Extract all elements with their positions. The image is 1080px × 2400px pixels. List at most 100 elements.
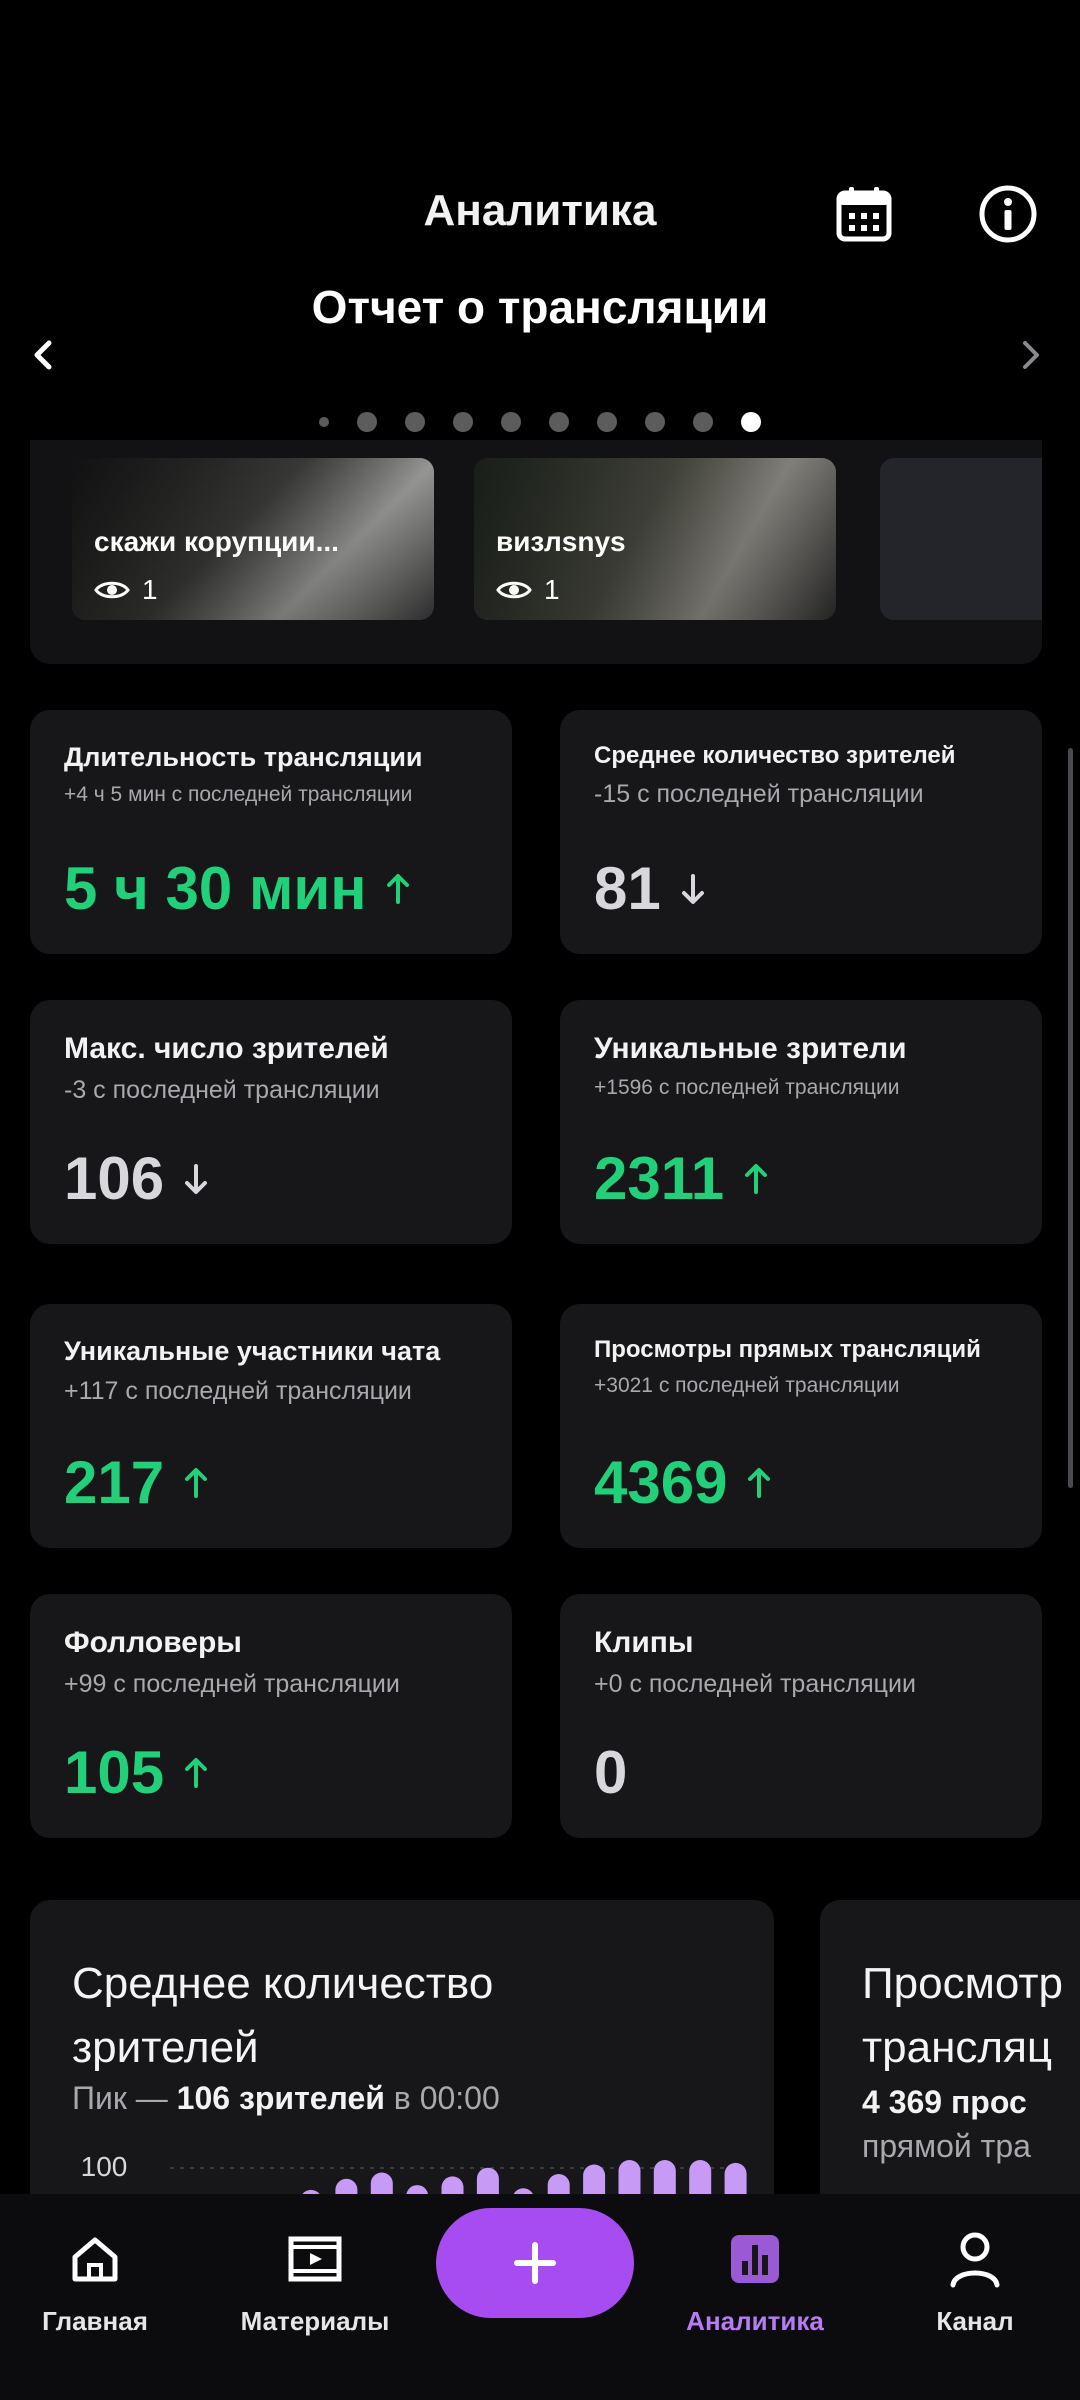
stat-value: 2311 [594, 1144, 768, 1213]
info-icon[interactable] [974, 180, 1042, 248]
stat-delta: +117 с последней трансляции [64, 1377, 412, 1405]
page-dot[interactable] [357, 412, 377, 432]
page-title: Аналитика [423, 186, 657, 235]
clip-views: 1 [496, 574, 560, 606]
stat-value-text: 0 [594, 1739, 628, 1806]
page-dot[interactable] [645, 412, 665, 432]
page-dot[interactable] [501, 412, 521, 432]
clip-views: 1 [94, 574, 158, 606]
page-dot-active[interactable] [741, 412, 761, 432]
nav-label: Главная [42, 2306, 148, 2336]
chart-peak: Пик — 106 зрителей в 00:00 [72, 2080, 500, 2117]
stat-delta: +99 с последней трансляции [64, 1670, 400, 1698]
clip-views-count: 1 [142, 574, 158, 605]
stat-title: Уникальные зрители [594, 1032, 907, 1065]
eye-icon [94, 581, 130, 599]
chevron-right-icon[interactable] [1006, 330, 1056, 380]
arrow-up-icon [185, 1757, 208, 1788]
add-button[interactable] [436, 2208, 634, 2318]
peak-suffix: в 00:00 [393, 2080, 500, 2116]
stat-title: Фолловеры [64, 1626, 242, 1659]
clip-title: скажи корупции... [94, 526, 339, 557]
clip-views-count: 1 [544, 574, 560, 605]
stat-value: 106 [64, 1144, 208, 1213]
y-tick-label: 100 [81, 2151, 128, 2182]
live-views-count: 4 369 прос [862, 2084, 1027, 2120]
live-views-title-line1: Просмотр [862, 1959, 1063, 2008]
user-icon [880, 2224, 1070, 2294]
arrow-down-icon [185, 1163, 208, 1194]
stat-title: Клипы [594, 1626, 694, 1659]
live-views-chart-card[interactable]: Просмотр трансляц 4 369 прос прямой тра [820, 1900, 1080, 2220]
stat-value-text: 4369 [594, 1449, 728, 1516]
page-dot[interactable] [319, 417, 329, 427]
clips-carousel: скажи корупции... 1 визлsnys 1 [30, 440, 1042, 664]
stat-value: 105 [64, 1738, 208, 1807]
stat-value-text: 5 ч 30 мин [64, 855, 367, 922]
clip-card[interactable]: скажи корупции... 1 [72, 458, 434, 620]
page-dot[interactable] [549, 412, 569, 432]
stat-value: 217 [64, 1448, 208, 1517]
stat-delta: +4 ч 5 мин с последней трансляции [64, 783, 413, 806]
film-icon [220, 2224, 410, 2294]
arrow-down-icon [681, 873, 704, 904]
nav-label: Аналитика [686, 2306, 824, 2336]
live-views-title-line2: трансляц [862, 2023, 1053, 2072]
stat-delta: -3 с последней трансляции [64, 1076, 380, 1104]
nav-home[interactable]: Главная [0, 2224, 190, 2337]
plus-icon [514, 2242, 556, 2284]
stat-card-chat-participants[interactable]: Уникальные участники чата +117 с последн… [30, 1304, 512, 1548]
arrow-up-icon [748, 1467, 771, 1498]
peak-value: 106 зрителей [176, 2080, 385, 2116]
stat-value-text: 2311 [594, 1145, 725, 1212]
stat-card-max-viewers[interactable]: Макс. число зрителей -3 с последней тран… [30, 1000, 512, 1244]
home-icon [0, 2224, 190, 2294]
peak-prefix: Пик — [72, 2080, 168, 2116]
stat-card-clips[interactable]: Клипы +0 с последней трансляции 0 [560, 1594, 1042, 1838]
stat-delta: +3021 с последней трансляции [594, 1374, 900, 1397]
stat-value: 4369 [594, 1448, 771, 1517]
stat-card-live-views[interactable]: Просмотры прямых трансляций +3021 с посл… [560, 1304, 1042, 1548]
stat-card-avg-viewers[interactable]: Среднее количество зрителей -15 с послед… [560, 710, 1042, 954]
nav-analytics[interactable]: Аналитика [660, 2224, 850, 2337]
page-dot[interactable] [597, 412, 617, 432]
page-dot[interactable] [693, 412, 713, 432]
stat-title: Уникальные участники чата [64, 1336, 441, 1366]
avg-viewers-chart-card[interactable]: Среднее количество зрителей Пик — 106 зр… [30, 1900, 774, 2220]
stat-card-followers[interactable]: Фолловеры +99 с последней трансляции 105 [30, 1594, 512, 1838]
stat-card-unique-viewers[interactable]: Уникальные зрители +1596 с последней тра… [560, 1000, 1042, 1244]
calendar-icon[interactable] [830, 180, 898, 248]
clip-title: визлsnys [496, 526, 626, 557]
stat-value: 0 [594, 1738, 627, 1807]
chart-title: Среднее количество зрителей [72, 1959, 494, 2072]
arrow-up-icon [185, 1467, 208, 1498]
nav-label: Канал [936, 2306, 1014, 2336]
page-dot[interactable] [453, 412, 473, 432]
report-title: Отчет о трансляции [311, 281, 769, 333]
live-views-caption: прямой тра [862, 2128, 1031, 2164]
stat-card-duration[interactable]: Длительность трансляции +4 ч 5 мин с пос… [30, 710, 512, 954]
stat-value-text: 106 [64, 1145, 165, 1212]
stat-title: Длительность трансляции [64, 742, 423, 772]
eye-icon [496, 581, 532, 599]
stat-value-text: 217 [64, 1449, 165, 1516]
clip-card[interactable] [880, 458, 1042, 620]
clip-card[interactable]: визлsnys 1 [474, 458, 836, 620]
arrow-up-icon [387, 873, 410, 904]
stat-delta: +0 с последней трансляции [594, 1670, 916, 1698]
stat-value-text: 81 [594, 855, 661, 922]
chevron-left-icon[interactable] [18, 330, 68, 380]
arrow-up-icon [745, 1163, 768, 1194]
stat-title: Макс. число зрителей [64, 1032, 389, 1065]
stat-delta: +1596 с последней трансляции [594, 1076, 900, 1099]
stat-value: 81 [594, 854, 705, 923]
page-indicator [0, 412, 1080, 432]
page-dot[interactable] [405, 412, 425, 432]
analytics-icon [660, 2224, 850, 2294]
nav-channel[interactable]: Канал [880, 2224, 1070, 2337]
scrollbar-thumb[interactable] [1068, 748, 1073, 1488]
nav-materials[interactable]: Материалы [220, 2224, 410, 2337]
stat-title: Просмотры прямых трансляций [594, 1336, 981, 1363]
stat-title: Среднее количество зрителей [594, 742, 956, 769]
nav-label: Материалы [240, 2306, 390, 2336]
